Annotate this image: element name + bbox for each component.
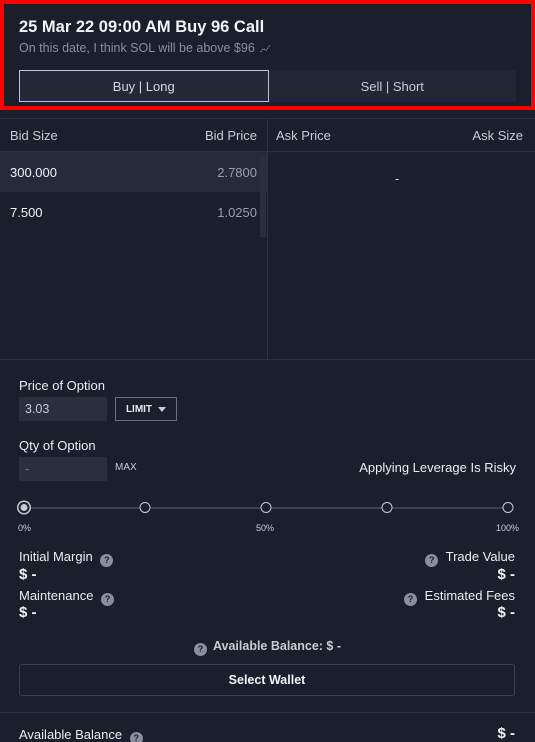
max-button[interactable]: MAX (115, 462, 137, 473)
slider-stop-50[interactable] (260, 502, 272, 513)
slider-stop-25[interactable] (139, 502, 151, 513)
maintenance-value: $ - (19, 604, 37, 621)
slider-stop-100[interactable] (502, 502, 514, 513)
price-input[interactable] (19, 397, 107, 421)
available-balance-summary-text: Available Balance: $ - (212, 639, 342, 653)
available-balance-summary: ? Available Balance: $ - (0, 639, 535, 656)
trade-value-text: Trade Value (445, 549, 515, 564)
order-form: Price of Option LIMIT Qty of Option MAX … (0, 360, 535, 712)
price-of-option-label: Price of Option (19, 378, 105, 393)
qty-input[interactable] (19, 457, 107, 481)
chart-icon[interactable] (259, 42, 271, 56)
bids-scrollbar[interactable] (260, 157, 266, 237)
order-book: Bid Size Bid Price 300.000 2.7800 7.500 … (0, 118, 535, 360)
slider-label-100: 100% (496, 523, 520, 533)
side-tabs: Buy | Long Sell | Short (19, 70, 516, 102)
help-icon[interactable]: ? (129, 732, 143, 742)
bid-size-header: Bid Size (10, 127, 58, 143)
help-icon[interactable]: ? (100, 554, 114, 567)
bid-price: 1.0250 (217, 204, 257, 220)
bids-header: Bid Size Bid Price (0, 119, 267, 152)
subtitle-text: On this date, I think SOL will be above … (19, 41, 255, 55)
chevron-down-icon (158, 406, 167, 412)
trade-header: 25 Mar 22 09:00 AM Buy 96 Call On this d… (0, 0, 535, 110)
help-icon[interactable]: ? (404, 593, 418, 606)
asks-panel: Ask Price Ask Size - (268, 119, 535, 360)
slider-stop-0[interactable] (18, 502, 30, 513)
trade-value-value: $ - (497, 566, 515, 583)
bid-row[interactable]: 300.000 2.7800 (0, 152, 267, 192)
initial-margin-label: Initial Margin ? (19, 549, 114, 567)
order-type-value: LIMIT (125, 403, 153, 415)
order-type-select[interactable]: LIMIT (115, 397, 177, 421)
slider-label-0: 0% (18, 523, 32, 533)
help-icon[interactable]: ? (193, 643, 207, 656)
tab-sell-short[interactable]: Sell | Short (268, 70, 516, 102)
initial-margin-value: $ - (19, 566, 37, 583)
estimated-fees-text: Estimated Fees (424, 588, 515, 603)
ask-price-header: Ask Price (276, 127, 331, 143)
available-balance-label: Available Balance ? (19, 727, 143, 742)
tab-buy-long[interactable]: Buy | Long (19, 70, 269, 102)
available-balance-value: $ - (497, 725, 515, 742)
bid-size: 7.500 (10, 204, 43, 220)
footer-balance: Available Balance ? $ - (0, 712, 535, 742)
bid-price-header: Bid Price (204, 127, 257, 143)
qty-of-option-label: Qty of Option (19, 438, 96, 453)
ask-size-header: Ask Size (472, 127, 523, 143)
estimated-fees-value: $ - (497, 604, 515, 621)
trade-value-label: ? Trade Value (425, 549, 515, 567)
option-subtitle: On this date, I think SOL will be above … (19, 41, 271, 56)
slider-stop-75[interactable] (381, 502, 393, 513)
help-icon[interactable]: ? (425, 554, 439, 567)
slider-label-50: 50% (256, 523, 275, 533)
help-icon[interactable]: ? (101, 593, 115, 606)
asks-header: Ask Price Ask Size (268, 119, 535, 152)
ask-empty-placeholder: - (395, 171, 400, 186)
bid-size: 300.000 (10, 164, 57, 180)
available-balance-text: Available Balance (19, 727, 123, 742)
leverage-warning: Applying Leverage Is Risky (359, 460, 516, 475)
maintenance-text: Maintenance (19, 588, 94, 603)
initial-margin-text: Initial Margin (19, 549, 93, 564)
bid-row[interactable]: 7.500 1.0250 (0, 192, 267, 232)
bids-panel: Bid Size Bid Price 300.000 2.7800 7.500 … (0, 119, 268, 360)
select-wallet-button[interactable]: Select Wallet (19, 664, 515, 696)
bid-price: 2.7800 (217, 164, 257, 180)
option-title: 25 Mar 22 09:00 AM Buy 96 Call (19, 18, 265, 36)
